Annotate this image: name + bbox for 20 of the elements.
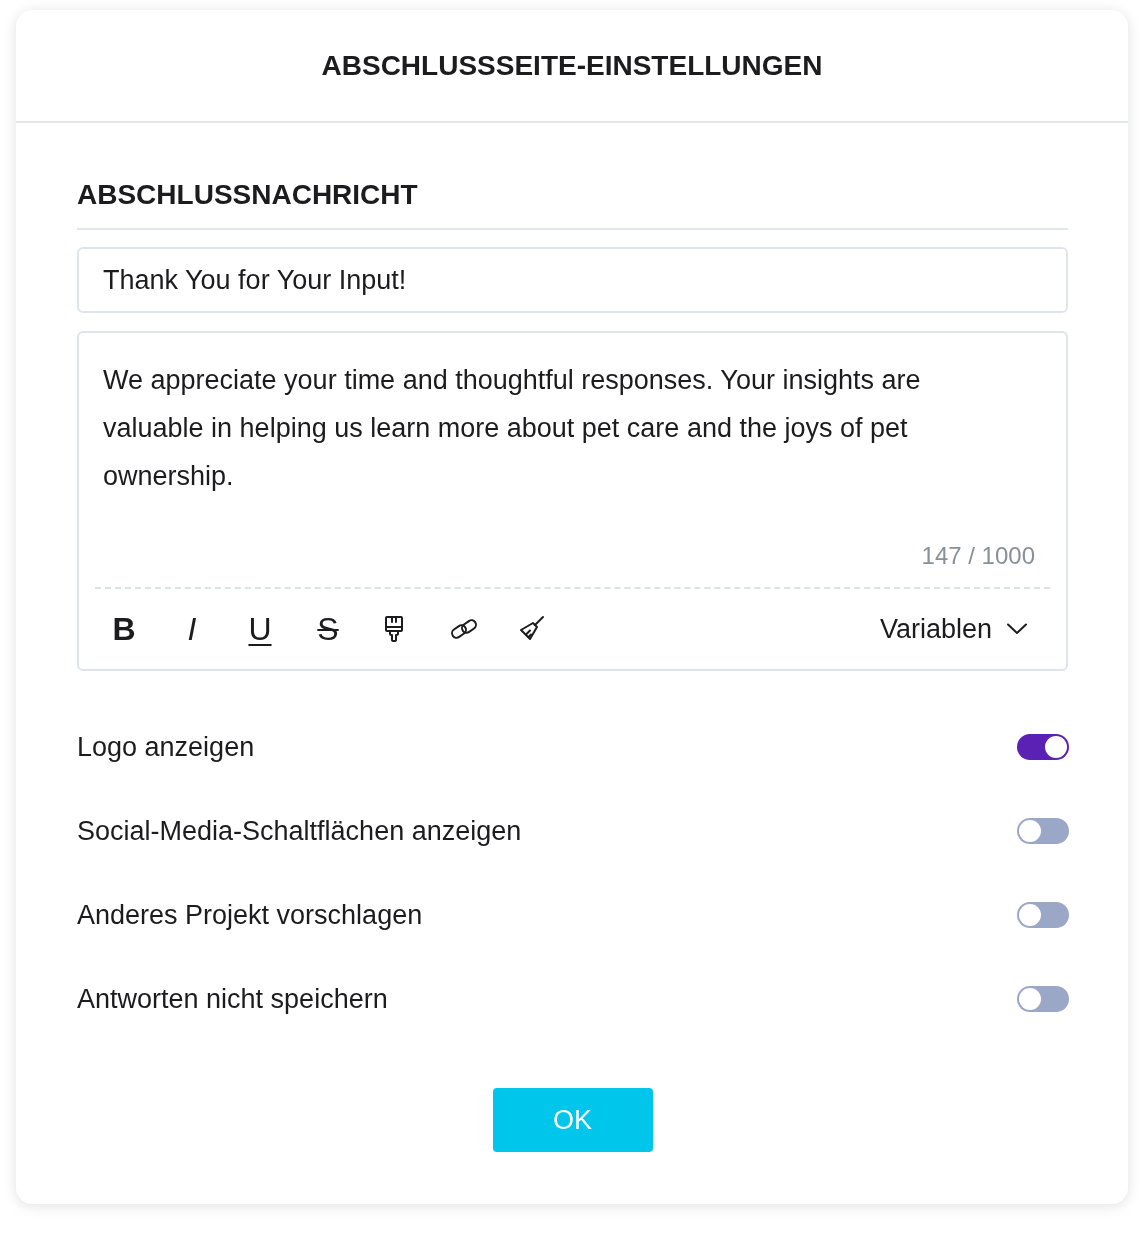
toggle-label: Anderes Projekt vorschlagen xyxy=(77,899,423,931)
strikethrough-button[interactable]: S xyxy=(308,609,348,649)
chevron-down-icon xyxy=(1006,623,1028,635)
character-counter: 147 / 1000 xyxy=(921,542,1035,570)
toggle-label: Antworten nicht speichern xyxy=(77,983,388,1015)
section-heading: ABSCHLUSSNACHRICHT xyxy=(77,179,418,211)
toggle-label: Logo anzeigen xyxy=(77,731,255,763)
dialog-title: ABSCHLUSSSEITE-EINSTELLUNGEN xyxy=(321,48,823,83)
broom-icon xyxy=(518,615,546,643)
toggle-switch[interactable] xyxy=(1017,902,1069,928)
italic-button[interactable]: I xyxy=(172,609,212,649)
underline-button[interactable]: U xyxy=(240,609,280,649)
bold-button[interactable]: B xyxy=(104,609,144,649)
toggle-switch[interactable] xyxy=(1017,986,1069,1012)
title-input-field[interactable]: Thank You for Your Input! xyxy=(77,247,1068,313)
toggle-switch[interactable] xyxy=(1017,818,1069,844)
toggle-label: Social-Media-Schaltflächen anzeigen xyxy=(77,815,522,847)
message-field[interactable]: We appreciate your time and thoughtful responses. Your insights are valuable in helping us learn more about pet care and the joys of pet ownership. xyxy=(79,333,1066,542)
variables-dropdown[interactable]: Variablen xyxy=(879,613,1028,645)
toggle-switch[interactable] xyxy=(1017,734,1069,760)
